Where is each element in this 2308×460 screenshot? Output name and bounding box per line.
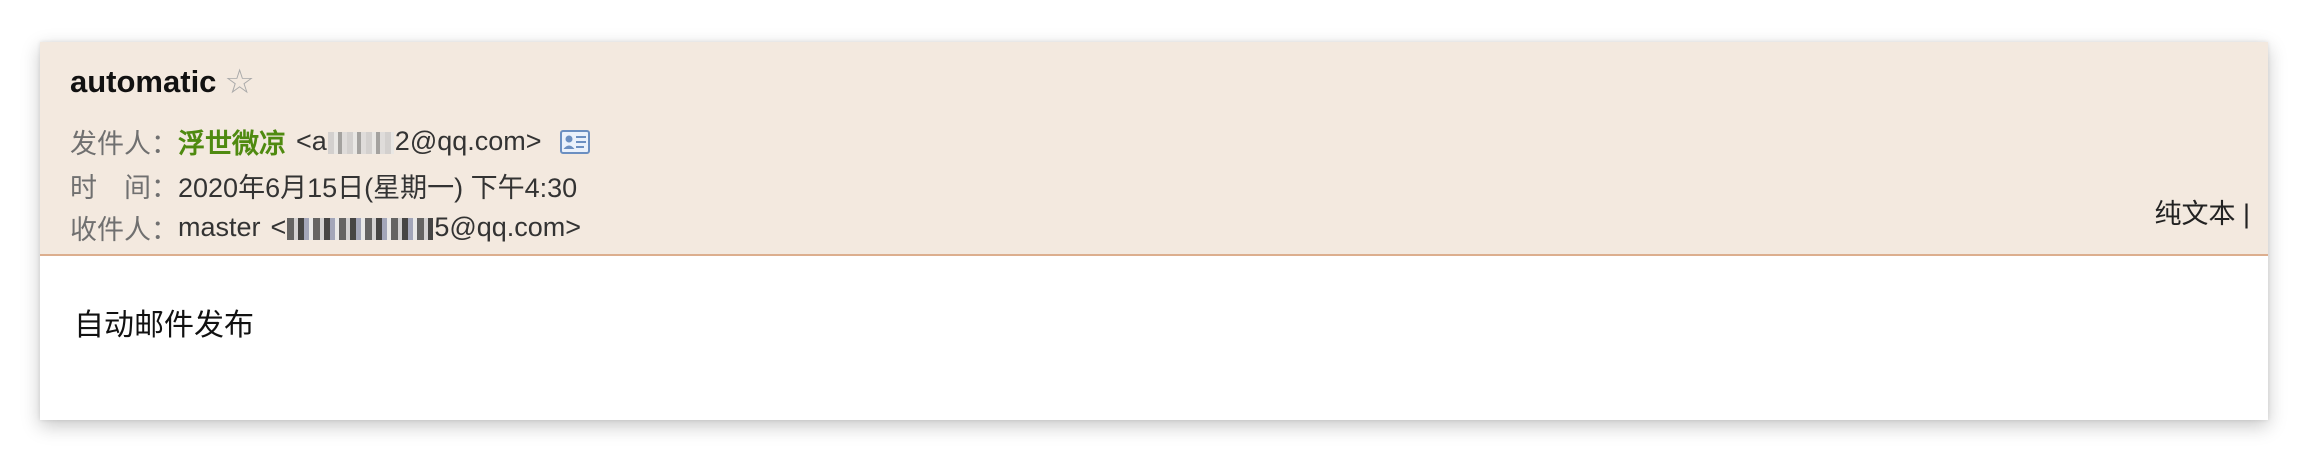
subject-row: automatic ☆ xyxy=(70,64,255,100)
sender-row: 发件人： 浮世微凉 <a 2@qq.com> xyxy=(70,122,590,161)
mail-subject: automatic xyxy=(70,64,217,99)
recipient-label: 收件人： xyxy=(70,215,178,245)
recipient-name[interactable]: master xyxy=(178,212,261,243)
time-row: 时 间： 2020年6月15日(星期一) 下午4:30 xyxy=(70,166,577,205)
recipient-email-prefix: < xyxy=(270,212,287,242)
sender-label: 发件人： xyxy=(70,129,178,159)
redacted-email-part xyxy=(287,217,434,240)
star-icon[interactable]: ☆ xyxy=(224,65,254,99)
sender-email-suffix: 2@qq.com> xyxy=(394,126,542,156)
contact-card-icon[interactable] xyxy=(559,129,590,154)
sender-email[interactable]: <a 2@qq.com> xyxy=(286,126,542,157)
recipient-email-suffix: 5@qq.com> xyxy=(434,212,582,242)
recipient-email[interactable]: <5@qq.com> xyxy=(261,212,582,243)
sender-email-prefix: <a xyxy=(296,126,327,156)
mail-header: automatic ☆ 发件人： 浮世微凉 <a 2@qq.com> 时 间： 2… xyxy=(40,42,2268,256)
time-label: 时 间： xyxy=(70,173,178,203)
redacted-email-part xyxy=(327,131,394,154)
mail-body: 自动邮件发布 xyxy=(74,309,254,342)
plain-text-link[interactable]: 纯文本 | xyxy=(2154,192,2250,231)
sender-name[interactable]: 浮世微凉 xyxy=(178,122,286,161)
mail-time: 2020年6月15日(星期一) 下午4:30 xyxy=(178,173,578,203)
recipient-row: 收件人： master <5@qq.com> xyxy=(70,208,581,247)
mail-reader: automatic ☆ 发件人： 浮世微凉 <a 2@qq.com> 时 间： 2… xyxy=(40,42,2268,420)
